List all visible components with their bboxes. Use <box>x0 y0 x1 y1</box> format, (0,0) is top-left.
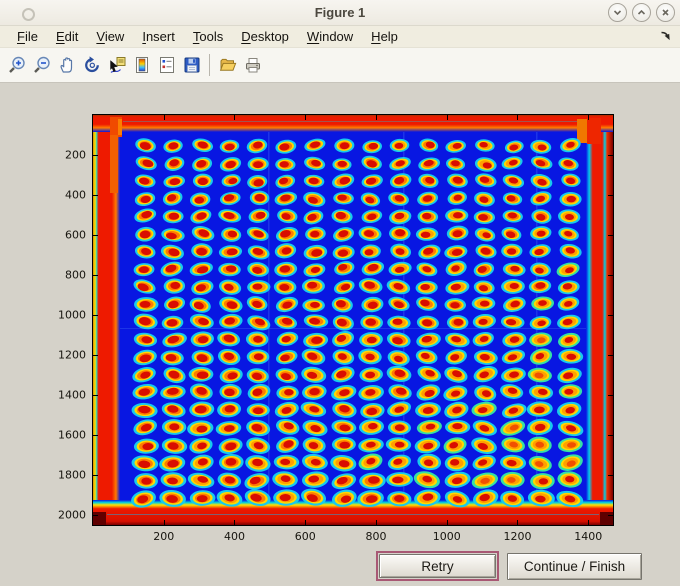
minimize-button[interactable] <box>608 3 627 22</box>
floppy-save-icon <box>184 57 199 73</box>
x-tick-label: 200 <box>153 530 175 543</box>
y-tick-label: 1200 <box>58 348 86 362</box>
menu-tools[interactable]: Tools <box>184 27 232 47</box>
y-tick-label: 1600 <box>58 428 86 442</box>
window-controls <box>608 3 675 22</box>
open-file-button[interactable] <box>215 52 240 78</box>
dock-figure-icon[interactable] <box>660 31 672 42</box>
y-tick-label: 1000 <box>58 308 86 322</box>
chevron-down-icon <box>613 10 622 16</box>
chevron-up-icon <box>637 9 646 15</box>
figure-canvas-area: 200 400 600 800 1000 1200 1400 200 400 600 800 1000… <box>0 83 680 586</box>
rotate-icon <box>84 56 99 73</box>
close-icon <box>662 9 669 16</box>
open-folder-icon <box>219 58 236 71</box>
hand-icon <box>59 57 72 73</box>
x-tick-label: 1200 <box>503 530 532 543</box>
continue-finish-button[interactable]: Continue / Finish <box>507 553 642 580</box>
x-tick-label: 400 <box>223 530 245 543</box>
insert-colorbar-button[interactable] <box>129 52 154 78</box>
toolbar <box>0 48 680 83</box>
y-tick-label: 200 <box>65 148 86 162</box>
heatmap-image[interactable] <box>93 115 613 525</box>
figure-window: Figure 1 File Edit View Insert Tools Desktop W… <box>0 0 680 586</box>
y-tick-label: 2000 <box>58 508 86 522</box>
titlebar: Figure 1 <box>0 0 680 26</box>
data-cursor-button[interactable] <box>104 52 129 78</box>
legend-icon <box>159 57 174 73</box>
close-button[interactable] <box>656 3 675 22</box>
print-button[interactable] <box>240 52 265 78</box>
zoom-out-icon <box>33 56 50 73</box>
x-tick-label: 600 <box>294 530 316 543</box>
menu-file[interactable]: File <box>8 27 47 47</box>
x-tick-label: 1400 <box>574 530 603 543</box>
rotate-3d-button[interactable] <box>79 52 104 78</box>
zoom-in-button[interactable] <box>4 52 29 78</box>
window-title: Figure 1 <box>314 5 366 20</box>
menu-view[interactable]: View <box>87 27 133 47</box>
save-button[interactable] <box>179 52 204 78</box>
x-tick-label: 800 <box>365 530 387 543</box>
y-tick-label: 1800 <box>58 468 86 482</box>
menu-edit[interactable]: Edit <box>47 27 87 47</box>
menu-window[interactable]: Window <box>298 27 362 47</box>
printer-icon <box>245 58 260 73</box>
maximize-button[interactable] <box>632 3 651 22</box>
pan-button[interactable] <box>54 52 79 78</box>
y-tick-label: 400 <box>65 188 86 202</box>
toolbar-separator <box>209 54 210 76</box>
x-tick-label: 1000 <box>432 530 461 543</box>
retry-button[interactable]: Retry <box>379 554 496 578</box>
insert-legend-button[interactable] <box>154 52 179 78</box>
zoom-out-button[interactable] <box>29 52 54 78</box>
data-cursor-icon <box>109 57 125 73</box>
retry-focus-ring: Retry <box>376 551 499 581</box>
menu-help[interactable]: Help <box>362 27 407 47</box>
y-tick-label: 600 <box>65 228 86 242</box>
colorbar-icon <box>135 57 148 73</box>
menu-insert[interactable]: Insert <box>133 27 184 47</box>
plot-area[interactable]: 200 400 600 800 1000 1200 1400 200 400 600 800 1000… <box>58 115 613 543</box>
y-tick-label: 800 <box>65 268 86 282</box>
menu-desktop[interactable]: Desktop <box>232 27 298 47</box>
zoom-in-icon <box>8 56 25 73</box>
y-tick-label: 1400 <box>58 388 86 402</box>
menubar: File Edit View Insert Tools Desktop Window Help <box>0 26 680 48</box>
